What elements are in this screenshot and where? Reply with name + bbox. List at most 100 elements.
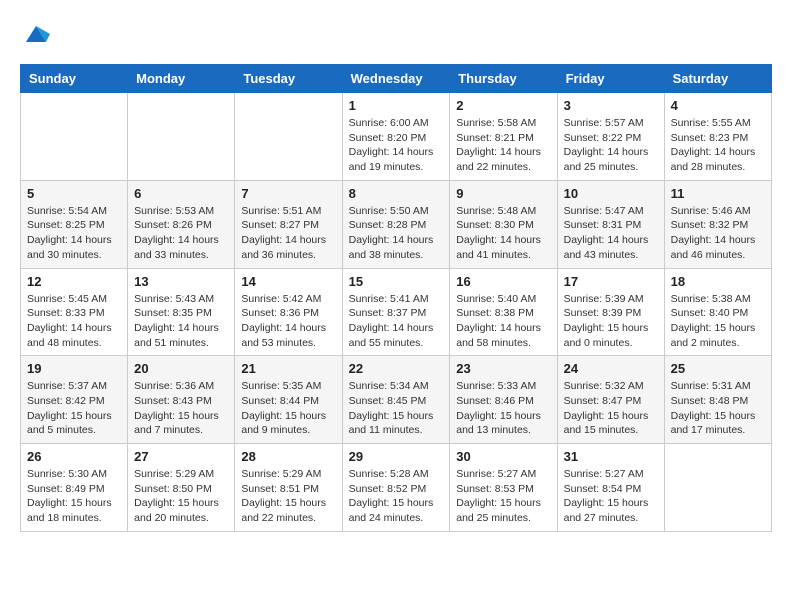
day-number: 21 [241, 361, 335, 376]
day-number: 8 [349, 186, 444, 201]
day-info: Sunrise: 5:34 AM Sunset: 8:45 PM Dayligh… [349, 379, 444, 438]
day-info: Sunrise: 5:46 AM Sunset: 8:32 PM Dayligh… [671, 204, 765, 263]
day-header: Tuesday [235, 65, 342, 93]
calendar-table: SundayMondayTuesdayWednesdayThursdayFrid… [20, 64, 772, 532]
calendar-week-row: 5 Sunrise: 5:54 AM Sunset: 8:25 PM Daylig… [21, 180, 772, 268]
day-info: Sunrise: 5:47 AM Sunset: 8:31 PM Dayligh… [564, 204, 658, 263]
day-number: 24 [564, 361, 658, 376]
calendar-cell: 3 Sunrise: 5:57 AM Sunset: 8:22 PM Daylig… [557, 93, 664, 181]
day-number: 18 [671, 274, 765, 289]
day-info: Sunrise: 5:42 AM Sunset: 8:36 PM Dayligh… [241, 292, 335, 351]
day-info: Sunrise: 5:40 AM Sunset: 8:38 PM Dayligh… [456, 292, 550, 351]
day-info: Sunrise: 5:51 AM Sunset: 8:27 PM Dayligh… [241, 204, 335, 263]
calendar-cell: 16 Sunrise: 5:40 AM Sunset: 8:38 PM Dayli… [450, 268, 557, 356]
calendar-cell: 15 Sunrise: 5:41 AM Sunset: 8:37 PM Dayli… [342, 268, 450, 356]
day-info: Sunrise: 5:31 AM Sunset: 8:48 PM Dayligh… [671, 379, 765, 438]
day-info: Sunrise: 5:36 AM Sunset: 8:43 PM Dayligh… [134, 379, 228, 438]
day-number: 3 [564, 98, 658, 113]
day-number: 17 [564, 274, 658, 289]
day-number: 19 [27, 361, 121, 376]
day-info: Sunrise: 5:58 AM Sunset: 8:21 PM Dayligh… [456, 116, 550, 175]
day-info: Sunrise: 5:54 AM Sunset: 8:25 PM Dayligh… [27, 204, 121, 263]
day-number: 13 [134, 274, 228, 289]
day-info: Sunrise: 5:57 AM Sunset: 8:22 PM Dayligh… [564, 116, 658, 175]
calendar-week-row: 1 Sunrise: 6:00 AM Sunset: 8:20 PM Daylig… [21, 93, 772, 181]
day-number: 1 [349, 98, 444, 113]
calendar-cell: 4 Sunrise: 5:55 AM Sunset: 8:23 PM Daylig… [664, 93, 771, 181]
calendar-cell [235, 93, 342, 181]
day-info: Sunrise: 5:48 AM Sunset: 8:30 PM Dayligh… [456, 204, 550, 263]
calendar-cell [128, 93, 235, 181]
day-header: Friday [557, 65, 664, 93]
calendar-cell: 24 Sunrise: 5:32 AM Sunset: 8:47 PM Dayli… [557, 356, 664, 444]
day-info: Sunrise: 5:37 AM Sunset: 8:42 PM Dayligh… [27, 379, 121, 438]
day-number: 30 [456, 449, 550, 464]
day-number: 4 [671, 98, 765, 113]
calendar-cell: 22 Sunrise: 5:34 AM Sunset: 8:45 PM Dayli… [342, 356, 450, 444]
day-info: Sunrise: 5:29 AM Sunset: 8:50 PM Dayligh… [134, 467, 228, 526]
calendar-week-row: 19 Sunrise: 5:37 AM Sunset: 8:42 PM Dayli… [21, 356, 772, 444]
page-header [20, 20, 772, 48]
calendar-cell: 30Sunrise: 5:27 AM Sunset: 8:53 PM Dayli… [450, 444, 557, 532]
day-header: Sunday [21, 65, 128, 93]
day-number: 16 [456, 274, 550, 289]
day-number: 15 [349, 274, 444, 289]
day-header: Thursday [450, 65, 557, 93]
day-info: Sunrise: 5:55 AM Sunset: 8:23 PM Dayligh… [671, 116, 765, 175]
day-number: 7 [241, 186, 335, 201]
day-number: 23 [456, 361, 550, 376]
calendar-cell: 18 Sunrise: 5:38 AM Sunset: 8:40 PM Dayli… [664, 268, 771, 356]
calendar-cell: 12 Sunrise: 5:45 AM Sunset: 8:33 PM Dayli… [21, 268, 128, 356]
day-info: Sunrise: 5:39 AM Sunset: 8:39 PM Dayligh… [564, 292, 658, 351]
calendar-cell: 14 Sunrise: 5:42 AM Sunset: 8:36 PM Dayli… [235, 268, 342, 356]
day-info: Sunrise: 5:27 AM Sunset: 8:54 PM Dayligh… [564, 467, 658, 526]
day-info: Sunrise: 5:45 AM Sunset: 8:33 PM Dayligh… [27, 292, 121, 351]
day-info: Sunrise: 5:30 AM Sunset: 8:49 PM Dayligh… [27, 467, 121, 526]
day-number: 5 [27, 186, 121, 201]
day-header: Wednesday [342, 65, 450, 93]
logo-icon [22, 20, 50, 48]
calendar-header-row: SundayMondayTuesdayWednesdayThursdayFrid… [21, 65, 772, 93]
day-number: 27 [134, 449, 228, 464]
calendar-cell [664, 444, 771, 532]
calendar-cell: 21 Sunrise: 5:35 AM Sunset: 8:44 PM Dayli… [235, 356, 342, 444]
calendar-cell: 26 Sunrise: 5:30 AM Sunset: 8:49 PM Dayli… [21, 444, 128, 532]
calendar-cell: 27 Sunrise: 5:29 AM Sunset: 8:50 PM Dayli… [128, 444, 235, 532]
day-number: 11 [671, 186, 765, 201]
day-number: 22 [349, 361, 444, 376]
day-number: 10 [564, 186, 658, 201]
day-info: Sunrise: 5:38 AM Sunset: 8:40 PM Dayligh… [671, 292, 765, 351]
day-number: 12 [27, 274, 121, 289]
calendar-cell: 10 Sunrise: 5:47 AM Sunset: 8:31 PM Dayli… [557, 180, 664, 268]
day-info: Sunrise: 5:32 AM Sunset: 8:47 PM Dayligh… [564, 379, 658, 438]
calendar-cell: 5 Sunrise: 5:54 AM Sunset: 8:25 PM Daylig… [21, 180, 128, 268]
day-info: Sunrise: 5:50 AM Sunset: 8:28 PM Dayligh… [349, 204, 444, 263]
calendar-cell: 23 Sunrise: 5:33 AM Sunset: 8:46 PM Dayli… [450, 356, 557, 444]
day-info: Sunrise: 5:33 AM Sunset: 8:46 PM Dayligh… [456, 379, 550, 438]
day-info: Sunrise: 5:35 AM Sunset: 8:44 PM Dayligh… [241, 379, 335, 438]
calendar-cell: 7 Sunrise: 5:51 AM Sunset: 8:27 PM Daylig… [235, 180, 342, 268]
calendar-cell: 9 Sunrise: 5:48 AM Sunset: 8:30 PM Daylig… [450, 180, 557, 268]
calendar-week-row: 12 Sunrise: 5:45 AM Sunset: 8:33 PM Dayli… [21, 268, 772, 356]
calendar-cell: 28Sunrise: 5:29 AM Sunset: 8:51 PM Dayli… [235, 444, 342, 532]
calendar-cell: 1 Sunrise: 6:00 AM Sunset: 8:20 PM Daylig… [342, 93, 450, 181]
day-number: 26 [27, 449, 121, 464]
day-number: 14 [241, 274, 335, 289]
day-number: 29 [349, 449, 444, 464]
logo [20, 20, 50, 48]
day-header: Saturday [664, 65, 771, 93]
day-info: Sunrise: 5:41 AM Sunset: 8:37 PM Dayligh… [349, 292, 444, 351]
day-header: Monday [128, 65, 235, 93]
day-info: Sunrise: 5:53 AM Sunset: 8:26 PM Dayligh… [134, 204, 228, 263]
day-number: 6 [134, 186, 228, 201]
calendar-cell: 17 Sunrise: 5:39 AM Sunset: 8:39 PM Dayli… [557, 268, 664, 356]
day-number: 2 [456, 98, 550, 113]
day-info: Sunrise: 5:28 AM Sunset: 8:52 PM Dayligh… [349, 467, 444, 526]
day-info: Sunrise: 6:00 AM Sunset: 8:20 PM Dayligh… [349, 116, 444, 175]
calendar-cell: 19 Sunrise: 5:37 AM Sunset: 8:42 PM Dayli… [21, 356, 128, 444]
day-info: Sunrise: 5:43 AM Sunset: 8:35 PM Dayligh… [134, 292, 228, 351]
calendar-cell: 20Sunrise: 5:36 AM Sunset: 8:43 PM Dayli… [128, 356, 235, 444]
day-number: 9 [456, 186, 550, 201]
calendar-cell: 8 Sunrise: 5:50 AM Sunset: 8:28 PM Daylig… [342, 180, 450, 268]
day-number: 31 [564, 449, 658, 464]
